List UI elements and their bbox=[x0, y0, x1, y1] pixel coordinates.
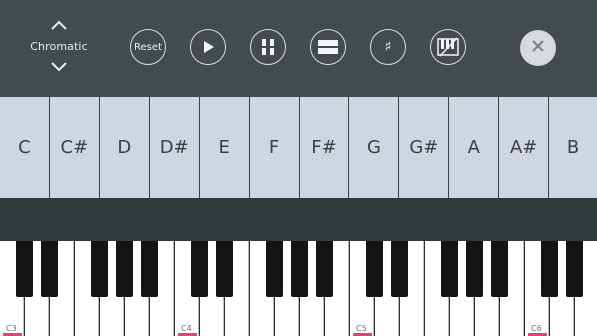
note-cell-f[interactable]: F bbox=[249, 97, 299, 198]
wide-keys-icon bbox=[317, 39, 339, 55]
keyboard-scroll-area[interactable] bbox=[0, 198, 597, 241]
octave-label: C5 bbox=[356, 324, 367, 333]
sharp-button[interactable]: ♯ bbox=[370, 29, 406, 65]
scale-selector[interactable]: Chromatic bbox=[22, 18, 96, 76]
black-key-d-sharp3[interactable] bbox=[41, 241, 58, 297]
black-key-c-sharp4[interactable] bbox=[191, 241, 208, 297]
note-cell-f-sharp[interactable]: F# bbox=[299, 97, 349, 198]
reset-button[interactable]: Reset bbox=[130, 29, 166, 65]
octave-label: C4 bbox=[181, 324, 192, 333]
wide-keys-button[interactable] bbox=[310, 29, 346, 65]
note-cell-c-sharp[interactable]: C# bbox=[49, 97, 99, 198]
octave-label: C3 bbox=[6, 324, 17, 333]
black-key-g-sharp5[interactable] bbox=[466, 241, 483, 297]
note-cell-g[interactable]: G bbox=[349, 97, 399, 198]
play-icon bbox=[201, 40, 215, 54]
black-key-a-sharp4[interactable] bbox=[316, 241, 333, 297]
sharp-icon: ♯ bbox=[384, 39, 392, 55]
octave-label: C6 bbox=[531, 324, 542, 333]
scale-name-label: Chromatic bbox=[30, 40, 88, 53]
note-cell-b[interactable]: B bbox=[549, 97, 597, 198]
note-cell-a[interactable]: A bbox=[449, 97, 499, 198]
black-key-c-sharp6[interactable] bbox=[541, 241, 558, 297]
close-icon bbox=[530, 38, 546, 58]
keyboard-settings-icon bbox=[437, 37, 459, 57]
note-selector-bar: C C# D D# E F F# G G# A A# B bbox=[0, 97, 597, 198]
note-cell-a-sharp[interactable]: A# bbox=[499, 97, 549, 198]
black-key-c-sharp5[interactable] bbox=[366, 241, 383, 297]
keyboard-settings-button[interactable] bbox=[430, 29, 466, 65]
black-key-d-sharp6[interactable] bbox=[566, 241, 583, 297]
note-cell-e[interactable]: E bbox=[199, 97, 249, 198]
close-button[interactable] bbox=[520, 30, 556, 66]
reset-button-label: Reset bbox=[134, 41, 162, 53]
black-key-a-sharp5[interactable] bbox=[491, 241, 508, 297]
note-cell-g-sharp[interactable]: G# bbox=[399, 97, 449, 198]
black-key-d-sharp4[interactable] bbox=[216, 241, 233, 297]
note-cell-d-sharp[interactable]: D# bbox=[149, 97, 199, 198]
black-key-g-sharp4[interactable] bbox=[291, 241, 308, 297]
piano-keyboard[interactable]: C3 C4 C5 C6 bbox=[0, 241, 597, 336]
play-button[interactable] bbox=[190, 29, 226, 65]
black-key-f-sharp4[interactable] bbox=[266, 241, 283, 297]
note-cell-d[interactable]: D bbox=[99, 97, 149, 198]
black-key-a-sharp3[interactable] bbox=[141, 241, 158, 297]
top-toolbar: Chromatic Reset ♯ bbox=[0, 0, 597, 97]
black-key-f-sharp5[interactable] bbox=[441, 241, 458, 297]
black-key-g-sharp3[interactable] bbox=[116, 241, 133, 297]
chevron-up-icon[interactable] bbox=[49, 18, 69, 32]
pause-button[interactable] bbox=[250, 29, 286, 65]
black-key-c-sharp3[interactable] bbox=[16, 241, 33, 297]
chevron-down-icon[interactable] bbox=[49, 60, 69, 74]
note-cell-c[interactable]: C bbox=[0, 97, 49, 198]
pause-icon bbox=[259, 38, 277, 56]
black-key-f-sharp3[interactable] bbox=[91, 241, 108, 297]
black-key-d-sharp5[interactable] bbox=[391, 241, 408, 297]
